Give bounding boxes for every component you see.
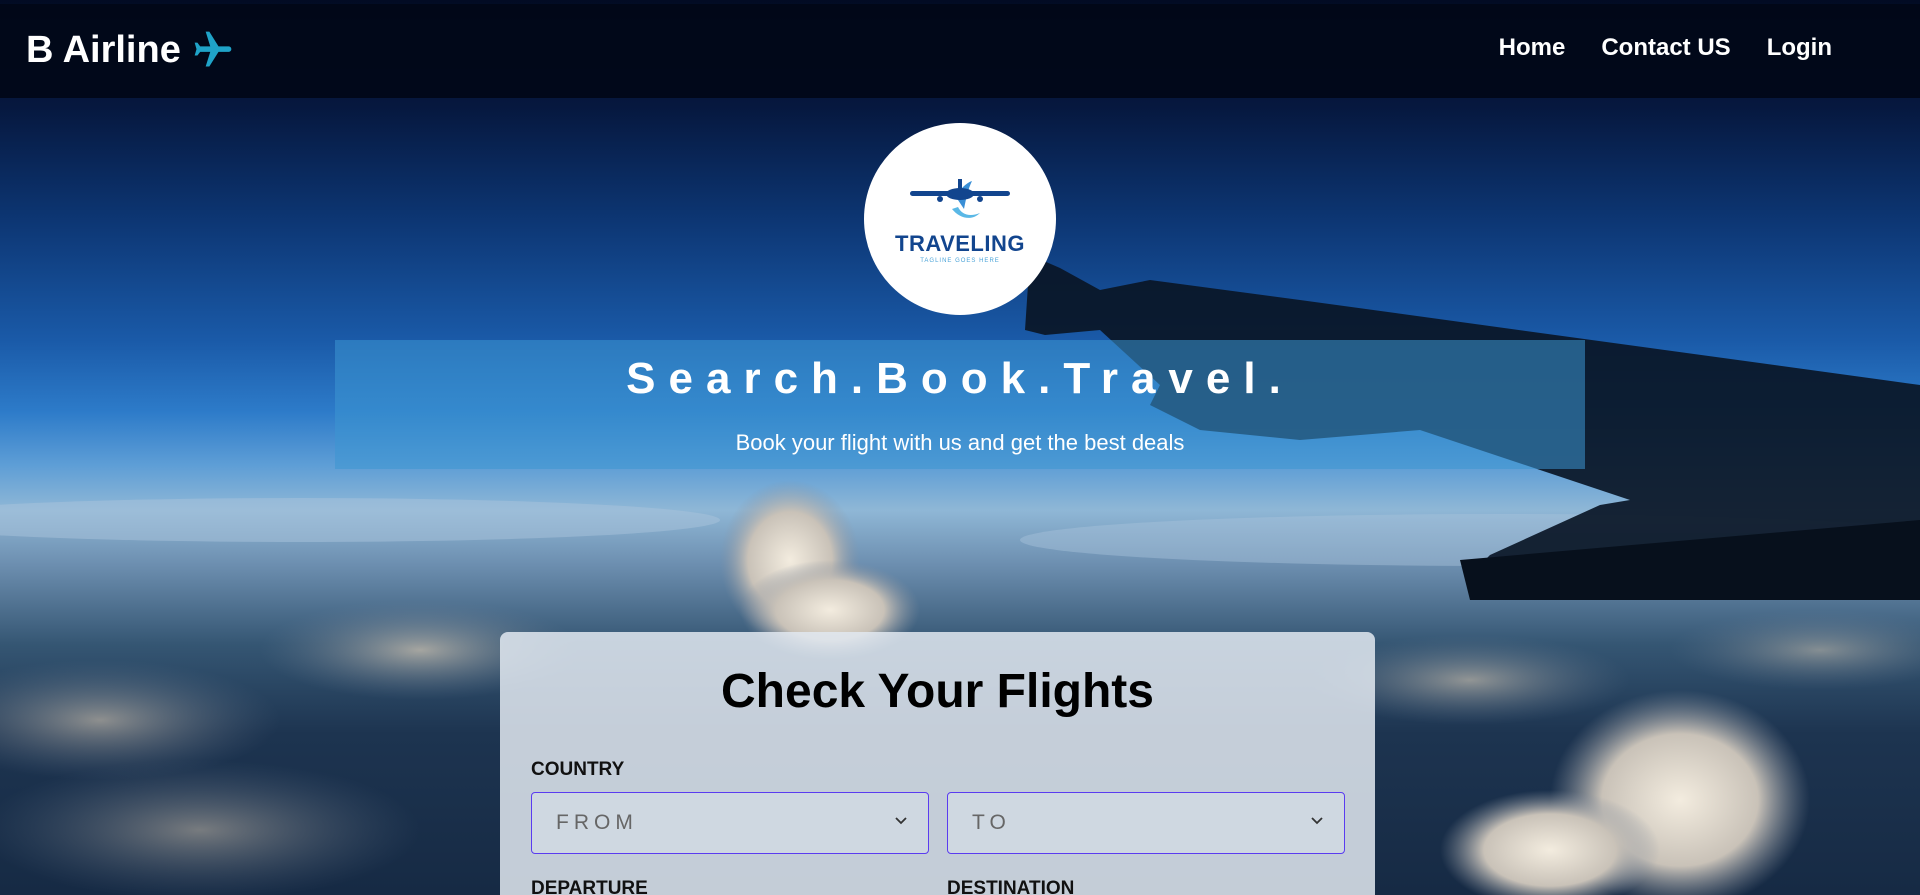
from-country-select[interactable]: FROM	[531, 792, 929, 854]
logo-airplane-icon	[910, 178, 1010, 218]
hero-subtitle: Book your flight with us and get the bes…	[735, 430, 1185, 455]
top-navbar: B Airline Home Contact US Login	[0, 4, 1920, 98]
nav-contact-link[interactable]: Contact US	[1601, 34, 1730, 62]
country-label: COUNTRY	[531, 759, 625, 780]
nav-links: Home Contact US Login	[1499, 34, 1832, 62]
brand[interactable]: B Airline	[26, 28, 235, 72]
from-select-value: FROM	[556, 811, 638, 834]
brand-name: B Airline	[26, 28, 181, 71]
destination-label: DESTINATION	[947, 878, 1075, 895]
departure-label: DEPARTURE	[531, 878, 648, 895]
logo-tagline: TAGLINE GOES HERE	[920, 257, 1000, 264]
chevron-down-icon	[1311, 817, 1323, 825]
flight-search-card: Check Your Flights COUNTRY FROM TO DEPAR…	[500, 632, 1375, 895]
nav-login-link[interactable]: Login	[1767, 34, 1832, 62]
logo-text: TRAVELING	[895, 230, 1025, 256]
nav-home-link[interactable]: Home	[1499, 34, 1566, 62]
to-country-select[interactable]: TO	[947, 792, 1345, 854]
traveling-logo: TRAVELING TAGLINE GOES HERE	[864, 123, 1056, 315]
hero-title: Search.Book.Travel.	[626, 354, 1294, 403]
to-select-value: TO	[972, 811, 1011, 834]
hero-banner: Search.Book.Travel. Book your flight wit…	[335, 340, 1585, 469]
chevron-down-icon	[895, 817, 907, 825]
airplane-icon	[194, 31, 232, 67]
search-card-title: Check Your Flights	[721, 665, 1154, 718]
